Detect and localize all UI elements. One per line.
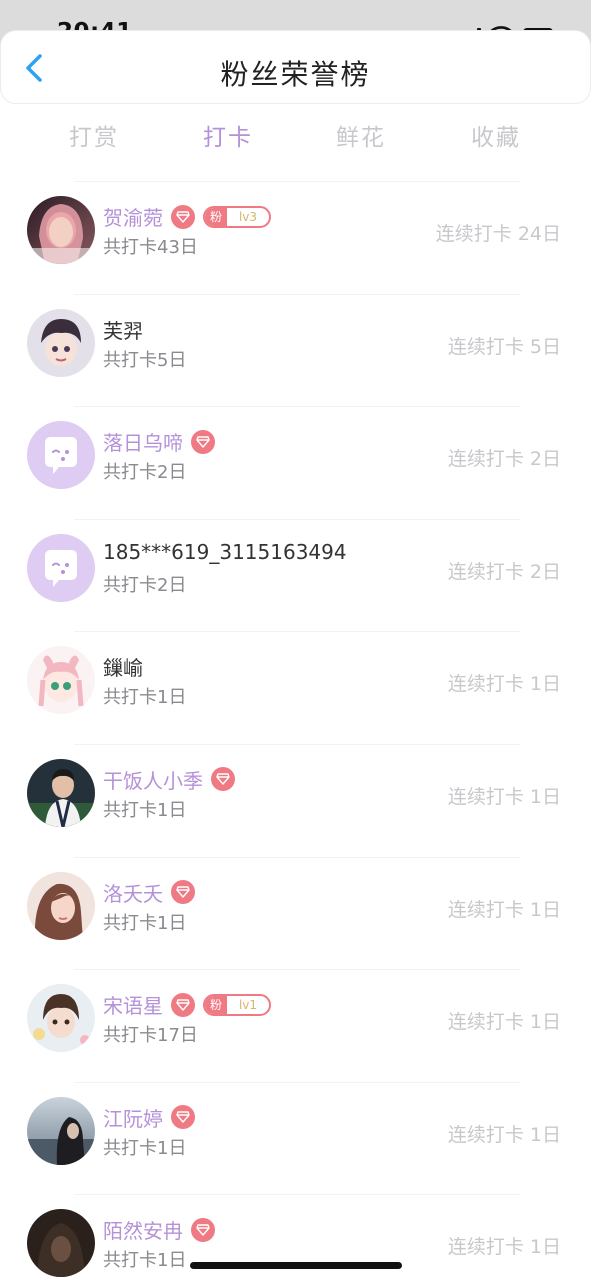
fan-row[interactable]: 洛夭夭 共打卡1日 连续打卡 1日 (0, 858, 591, 971)
avatar[interactable] (27, 421, 95, 490)
streak-checkins: 连续打卡 1日 (447, 1236, 561, 1259)
fan-row[interactable]: 芙羿 共打卡5日 连续打卡 5日 (0, 295, 591, 408)
streak-checkins: 连续打卡 1日 (447, 785, 561, 808)
fan-name: 干饭人小季 (103, 768, 203, 793)
fan-row[interactable]: 干饭人小季 共打卡1日 连续打卡 1日 (0, 745, 591, 858)
tab-favorites[interactable]: 收藏 (471, 118, 521, 152)
streak-checkins: 连续打卡 2日 (447, 560, 561, 583)
fan-list: 贺渝菀 粉 lv3 共打卡43日 连续打卡 24日 芙羿 共打卡5日 连续打卡 … (0, 182, 591, 1280)
diamond-badge-icon (171, 880, 195, 905)
streak-checkins: 连续打卡 1日 (447, 673, 561, 696)
fan-level-badge: 粉 lv1 (203, 993, 271, 1016)
fan-name: 宋语星 (103, 994, 163, 1019)
fan-name: 江阮婷 (103, 1106, 163, 1131)
fan-row[interactable]: 江阮婷 共打卡1日 连续打卡 1日 (0, 1083, 591, 1196)
avatar[interactable] (27, 196, 95, 264)
streak-checkins: 连续打卡 1日 (447, 1123, 561, 1146)
diamond-badge-icon (211, 767, 235, 792)
total-checkins: 共打卡1日 (103, 1250, 187, 1272)
fan-name: 鏁崳 (103, 656, 143, 681)
total-checkins: 共打卡2日 (103, 574, 187, 596)
avatar[interactable] (27, 758, 95, 827)
fan-row[interactable]: 落日乌啼 共打卡2日 连续打卡 2日 (0, 407, 591, 520)
total-checkins: 共打卡1日 (103, 912, 187, 934)
diamond-badge-icon (191, 429, 215, 454)
ranking-tabs: 打赏 打卡 鲜花 收藏 (0, 114, 591, 158)
avatar[interactable] (27, 646, 95, 715)
avatar[interactable] (27, 533, 95, 602)
fan-name: 落日乌啼 (103, 431, 183, 456)
streak-checkins: 连续打卡 2日 (447, 448, 561, 471)
total-checkins: 共打卡1日 (103, 799, 187, 821)
fan-name: 芙羿 (103, 318, 143, 343)
nav-bar: 粉丝荣誉榜 (0, 30, 591, 104)
diamond-badge-icon (191, 1217, 215, 1242)
total-checkins: 共打卡2日 (103, 462, 187, 484)
fan-name: 洛夭夭 (103, 881, 163, 906)
fan-row[interactable]: 鏁崳 共打卡1日 连续打卡 1日 (0, 632, 591, 745)
fan-name: 185***619_3115163494 (103, 539, 347, 564)
streak-checkins: 连续打卡 24日 (435, 223, 561, 245)
page-title: 粉丝荣誉榜 (220, 58, 371, 91)
fan-badge-level: lv1 (238, 997, 258, 1012)
avatar[interactable] (27, 1096, 95, 1165)
streak-checkins: 连续打卡 1日 (447, 1011, 561, 1034)
streak-checkins: 连续打卡 1日 (447, 898, 561, 921)
avatar[interactable] (27, 871, 95, 940)
total-checkins: 共打卡1日 (103, 1137, 187, 1159)
total-checkins: 共打卡1日 (103, 687, 187, 709)
fan-name: 陌然安冉 (103, 1219, 183, 1244)
avatar[interactable] (27, 984, 95, 1053)
total-checkins: 共打卡5日 (103, 349, 187, 371)
tab-tip[interactable]: 打赏 (69, 118, 119, 152)
avatar[interactable] (27, 1209, 95, 1278)
fan-badge-label: 粉 (205, 207, 227, 226)
home-indicator[interactable] (190, 1262, 402, 1269)
diamond-badge-icon (171, 204, 195, 229)
fan-row[interactable]: 宋语星 粉 lv1 共打卡17日 连续打卡 1日 (0, 970, 591, 1083)
fan-level-badge: 粉 lv3 (203, 205, 271, 228)
fan-badge-level: lv3 (238, 209, 258, 224)
tab-flowers[interactable]: 鲜花 (336, 118, 386, 152)
fan-badge-label: 粉 (205, 995, 227, 1014)
total-checkins: 共打卡43日 (103, 237, 198, 258)
diamond-badge-icon (171, 1105, 195, 1130)
fan-row[interactable]: 185***619_3115163494 共打卡2日 连续打卡 2日 (0, 520, 591, 633)
total-checkins: 共打卡17日 (103, 1025, 198, 1047)
fan-name: 贺渝菀 (103, 206, 163, 230)
diamond-badge-icon (171, 992, 195, 1017)
avatar[interactable] (27, 308, 95, 377)
streak-checkins: 连续打卡 5日 (447, 335, 561, 358)
fan-row[interactable]: 贺渝菀 粉 lv3 共打卡43日 连续打卡 24日 (0, 182, 591, 295)
tab-checkin[interactable]: 打卡 (203, 118, 253, 152)
